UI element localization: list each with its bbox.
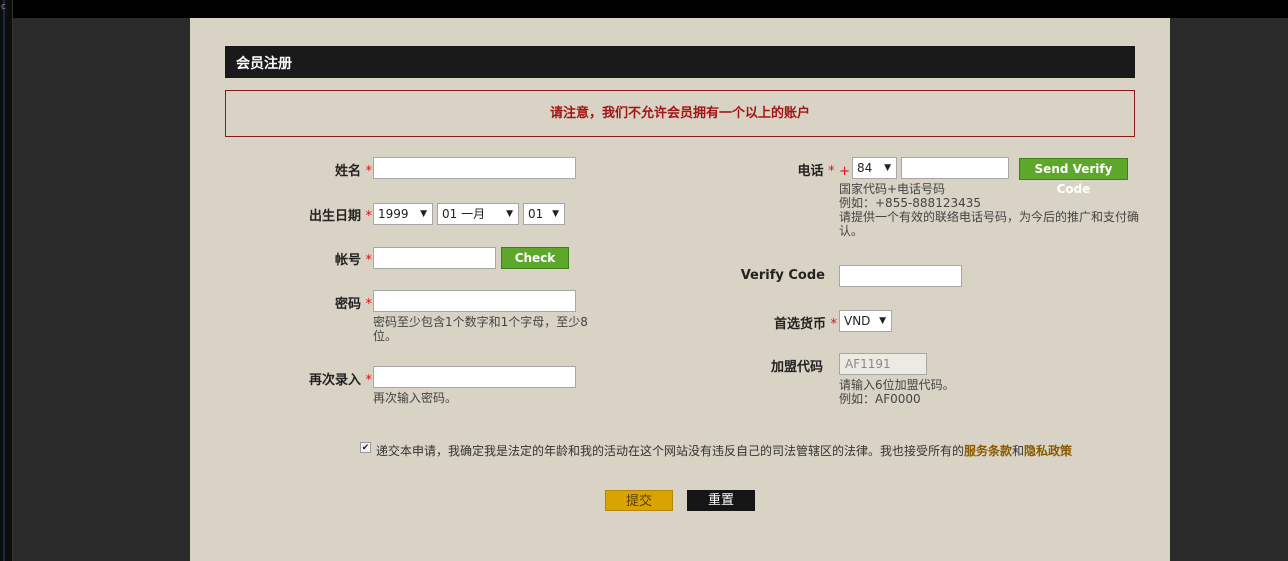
send-verify-code-button[interactable]: Send Verify Code: [1019, 158, 1128, 196]
affiliate-hint: 请输入6位加盟代码。 例如：AF0000: [839, 378, 955, 406]
notice-text: 请注意，我们不允许会员拥有一个以上的账户: [549, 106, 810, 121]
reset-button[interactable]: 重置: [687, 490, 755, 511]
confirm-password-input[interactable]: [373, 366, 576, 388]
dob-month-select[interactable]: 01 一月 ▼: [437, 203, 519, 225]
password-label: 密码 *: [334, 297, 372, 312]
header-bar: 会员注册: [225, 46, 1135, 78]
checkmark-icon: ✔: [361, 443, 370, 453]
account-input[interactable]: [373, 247, 496, 269]
terms-checkbox[interactable]: ✔: [360, 442, 371, 453]
terms-text: 递交本申请，我确定我是法定的年龄和我的活动在这个网站没有违反自己的司法管辖区的法…: [376, 444, 1073, 458]
privacy-policy-link[interactable]: 隐私政策: [1024, 444, 1072, 458]
top-bar: [0, 0, 1288, 18]
dropdown-arrow-icon: ▼: [884, 163, 891, 173]
check-button[interactable]: Check: [501, 247, 569, 269]
currency-label: 首选货币 *: [773, 317, 837, 332]
terms-of-service-link[interactable]: 服务条款: [964, 444, 1012, 458]
affiliate-label: 加盟代码: [770, 360, 823, 375]
confirm-password-label: 再次录入 *: [308, 373, 372, 388]
name-input[interactable]: [373, 157, 576, 179]
dropdown-arrow-icon: ▼: [879, 316, 886, 326]
notice-box: 请注意，我们不允许会员拥有一个以上的账户: [225, 90, 1135, 137]
name-label: 姓名 *: [334, 164, 372, 179]
country-code-select[interactable]: 84 ▼: [852, 157, 897, 179]
dropdown-arrow-icon: ▼: [506, 209, 513, 219]
phone-label: 电话 * +: [797, 164, 850, 179]
verify-code-label: Verify Code: [740, 268, 825, 283]
password-hint: 密码至少包含1个数字和1个字母，至少8 位。: [373, 315, 588, 343]
dob-day-select[interactable]: 01 ▼: [523, 203, 565, 225]
affiliate-input[interactable]: AF1191: [839, 353, 927, 375]
left-rail-edge: [3, 0, 5, 561]
account-label: 帐号 *: [334, 253, 372, 268]
verify-code-input[interactable]: [839, 265, 962, 287]
phone-input[interactable]: [901, 157, 1009, 179]
left-rail-mark: c: [1, 2, 6, 12]
currency-select[interactable]: VND ▼: [839, 310, 892, 332]
dropdown-arrow-icon: ▼: [552, 209, 559, 219]
submit-button[interactable]: 提交: [605, 490, 673, 511]
phone-hint: 国家代码+电话号码 例如：+855-888123435 请提供一个有效的联络电话…: [839, 182, 1140, 238]
confirm-password-hint: 再次输入密码。: [373, 391, 458, 405]
dob-label: 出生日期 *: [308, 209, 372, 224]
left-rail: c: [0, 0, 13, 561]
page-title: 会员注册: [236, 56, 292, 72]
registration-panel: 会员注册 请注意，我们不允许会员拥有一个以上的账户 姓名 * 出生日期 * 19…: [190, 18, 1170, 561]
dropdown-arrow-icon: ▼: [420, 209, 427, 219]
password-input[interactable]: [373, 290, 576, 312]
dob-year-select[interactable]: 1999 ▼: [373, 203, 433, 225]
